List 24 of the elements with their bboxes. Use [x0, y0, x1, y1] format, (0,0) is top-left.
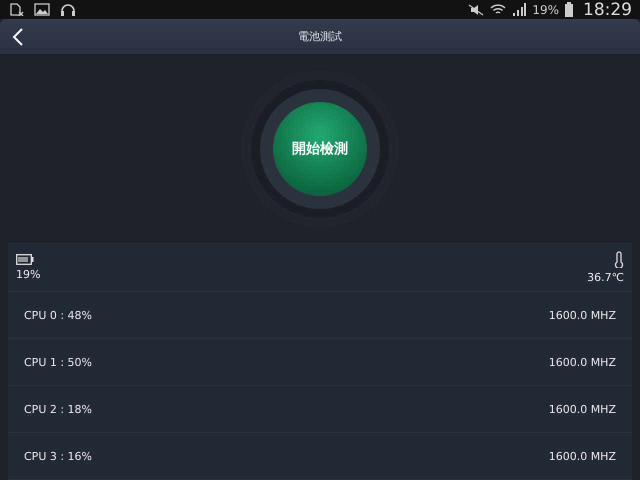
sim-card-icon: [10, 3, 24, 16]
thermometer-icon: [614, 250, 624, 268]
start-test-button[interactable]: 開始檢測: [273, 102, 367, 196]
cpu-usage: CPU 2 : 18%: [24, 402, 92, 416]
signal-icon: [512, 3, 526, 16]
cpu-usage: CPU 3 : 16%: [24, 450, 92, 462]
battery-icon: [16, 254, 34, 264]
headphones-icon: [60, 2, 76, 16]
cpu-frequency: 1600.0 MHZ: [548, 356, 616, 368]
temperature-text: 36.7℃: [587, 270, 624, 284]
page-title: 電池測試: [298, 29, 342, 44]
mute-icon: [468, 4, 484, 16]
clock-time: 18:29: [583, 0, 632, 20]
back-icon[interactable]: [12, 27, 24, 47]
battery-percentage: 19%: [532, 2, 559, 16]
wifi-icon: [490, 2, 506, 16]
battery-icon: [565, 2, 573, 17]
cpu-usage: CPU 1 : 50%: [24, 356, 92, 368]
battery-level-text: 19%: [16, 268, 40, 280]
cpu-frequency: 1600.0 MHZ: [548, 402, 616, 416]
cpu-frequency: 1600.0 MHZ: [548, 450, 616, 462]
image-icon: [34, 3, 50, 16]
cpu-frequency: 1600.0 MHZ: [548, 308, 616, 322]
cpu-usage: CPU 0 : 48%: [24, 308, 92, 322]
